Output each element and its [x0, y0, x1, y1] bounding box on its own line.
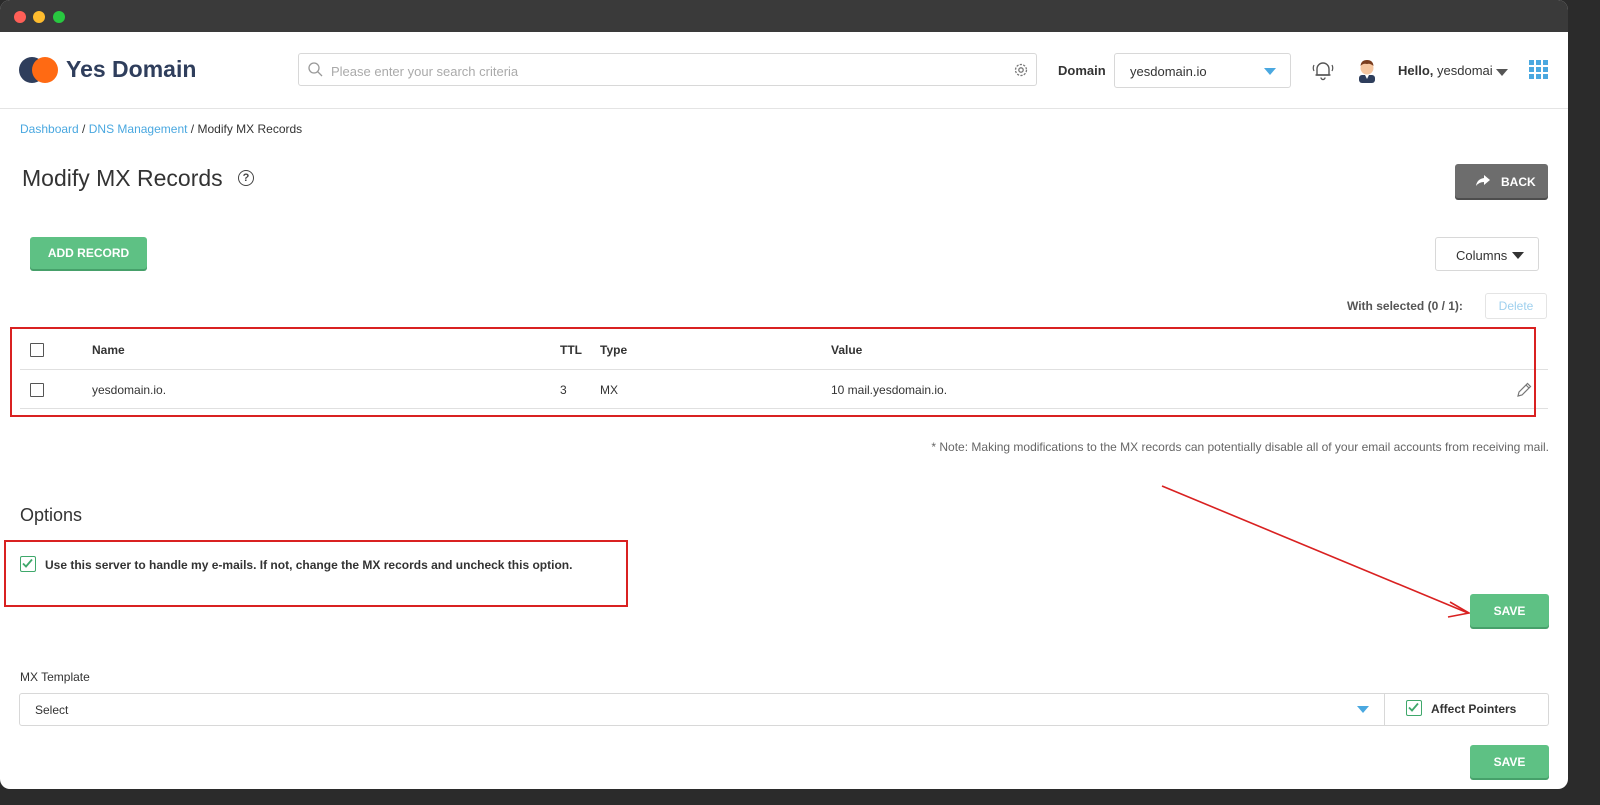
mx-template-save-button[interactable]: SAVE — [1470, 745, 1549, 778]
options-title: Options — [20, 505, 83, 525]
user-greeting[interactable]: Hello, yesdomai — [1398, 63, 1493, 78]
mx-template-select-value: Select — [35, 703, 69, 717]
page-title: Modify MX Records — [22, 165, 223, 191]
mx-template-label: MX Template — [20, 670, 90, 684]
use-server-checkbox[interactable] — [20, 556, 36, 572]
back-button[interactable]: BACK — [1455, 164, 1548, 198]
delete-selected-button[interactable]: Delete — [1485, 293, 1547, 319]
window-titlebar — [0, 0, 1568, 32]
affect-pointers-checkbox[interactable] — [1406, 700, 1422, 716]
breadcrumb-current: Modify MX Records — [197, 122, 303, 136]
chevron-down-icon — [1264, 68, 1276, 75]
breadcrumb-dashboard-link[interactable]: Dashboard — [20, 122, 79, 136]
search-icon — [308, 62, 323, 77]
search-input[interactable] — [329, 59, 1003, 83]
domain-label: Domain — [1058, 63, 1106, 78]
back-button-label: BACK — [1501, 175, 1536, 189]
columns-dropdown[interactable]: Columns — [1435, 237, 1539, 271]
search-settings-gear-icon[interactable] — [1013, 62, 1029, 78]
user-menu-chevron-down-icon[interactable] — [1496, 69, 1508, 76]
help-circle-icon[interactable]: ? — [238, 170, 254, 186]
columns-label: Columns — [1456, 248, 1508, 263]
chevron-down-icon — [1357, 706, 1369, 713]
notification-bell-icon[interactable] — [1311, 58, 1335, 82]
affect-pointers-label[interactable]: Affect Pointers — [1431, 702, 1516, 716]
user-avatar-icon[interactable] — [1355, 57, 1379, 83]
checkmark-icon — [1408, 702, 1419, 712]
breadcrumb: Dashboard / DNS Management / Modify MX R… — [20, 122, 303, 136]
checkmark-icon — [22, 558, 33, 568]
brand-name[interactable]: Yes Domain — [66, 56, 196, 83]
close-window-button[interactable] — [14, 11, 26, 23]
apps-grid-icon[interactable] — [1529, 60, 1549, 80]
user-name: yesdomai — [1437, 63, 1493, 78]
annotation-arrow — [1161, 485, 1472, 618]
with-selected-count: With selected (0 / 1): — [1347, 299, 1463, 313]
top-header: Yes Domain Domain yesdomain.io Hello, ye… — [0, 32, 1568, 109]
options-highlight-annotation — [4, 540, 628, 607]
options-save-button[interactable]: SAVE — [1470, 594, 1549, 627]
mx-template-select[interactable]: Select — [19, 693, 1385, 726]
brand-logo-icon[interactable] — [19, 57, 59, 83]
domain-select-value: yesdomain.io — [1130, 64, 1207, 79]
caret-down-icon — [1512, 252, 1524, 259]
table-highlight-annotation — [10, 327, 1536, 417]
maximize-window-button[interactable] — [53, 11, 65, 23]
breadcrumb-dns-link[interactable]: DNS Management — [89, 122, 188, 136]
use-server-label[interactable]: Use this server to handle my e-mails. If… — [45, 558, 572, 572]
global-search — [298, 53, 1037, 86]
browser-window: Yes Domain Domain yesdomain.io Hello, ye… — [0, 0, 1568, 789]
minimize-window-button[interactable] — [33, 11, 45, 23]
mx-records-note: * Note: Making modifications to the MX r… — [931, 440, 1549, 454]
domain-select[interactable]: yesdomain.io — [1114, 53, 1291, 88]
share-arrow-icon — [1476, 175, 1490, 186]
add-record-button[interactable]: ADD RECORD — [30, 237, 147, 269]
